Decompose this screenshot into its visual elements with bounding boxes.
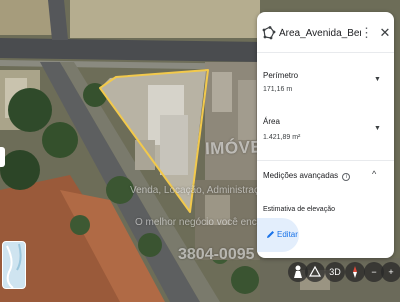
edit-label: Editar: [277, 230, 298, 239]
measurement-panel: Área_Avenida_Benedito ⋮ ✕ Perímetro 171,…: [257, 12, 394, 258]
perimeter-label: Perímetro: [263, 71, 299, 80]
side-panel-handle[interactable]: [0, 147, 5, 167]
info-icon[interactable]: i: [342, 173, 351, 181]
more-vert-icon[interactable]: ⋮: [360, 25, 373, 41]
polygon-shape-icon: [262, 26, 276, 40]
divider: [257, 160, 394, 161]
view-3d-button[interactable]: 3D: [325, 262, 345, 282]
watermark-phone: 3804-0095: [178, 246, 255, 263]
elevation-estimate-label[interactable]: Estimativa de elevação: [263, 206, 335, 213]
panel-title: Área_Avenida_Benedito: [279, 28, 361, 39]
compass-icon[interactable]: [345, 262, 365, 282]
perimeter-value: 171,16 m: [263, 86, 293, 93]
divider: [257, 52, 394, 53]
map-layer-thumbnail[interactable]: [2, 241, 26, 289]
zoom-in-icon[interactable]: +: [381, 262, 400, 282]
chevron-up-icon[interactable]: ^: [372, 169, 376, 179]
panel-header: Área_Avenida_Benedito ⋮ ✕: [257, 12, 394, 52]
edit-button[interactable]: Editar: [257, 218, 299, 252]
area-unit-dropdown-icon[interactable]: ▼: [374, 125, 381, 132]
advanced-measurements-toggle[interactable]: Medições avançadas i: [263, 171, 351, 181]
close-icon[interactable]: ✕: [378, 25, 392, 41]
tilt-icon[interactable]: [305, 262, 325, 282]
area-label: Área: [263, 117, 280, 126]
perimeter-unit-dropdown-icon[interactable]: ▼: [374, 76, 381, 83]
area-value: 1.421,89 m²: [263, 134, 301, 141]
pencil-icon: [267, 231, 274, 238]
advanced-measurements-label: Medições avançadas: [263, 171, 339, 180]
